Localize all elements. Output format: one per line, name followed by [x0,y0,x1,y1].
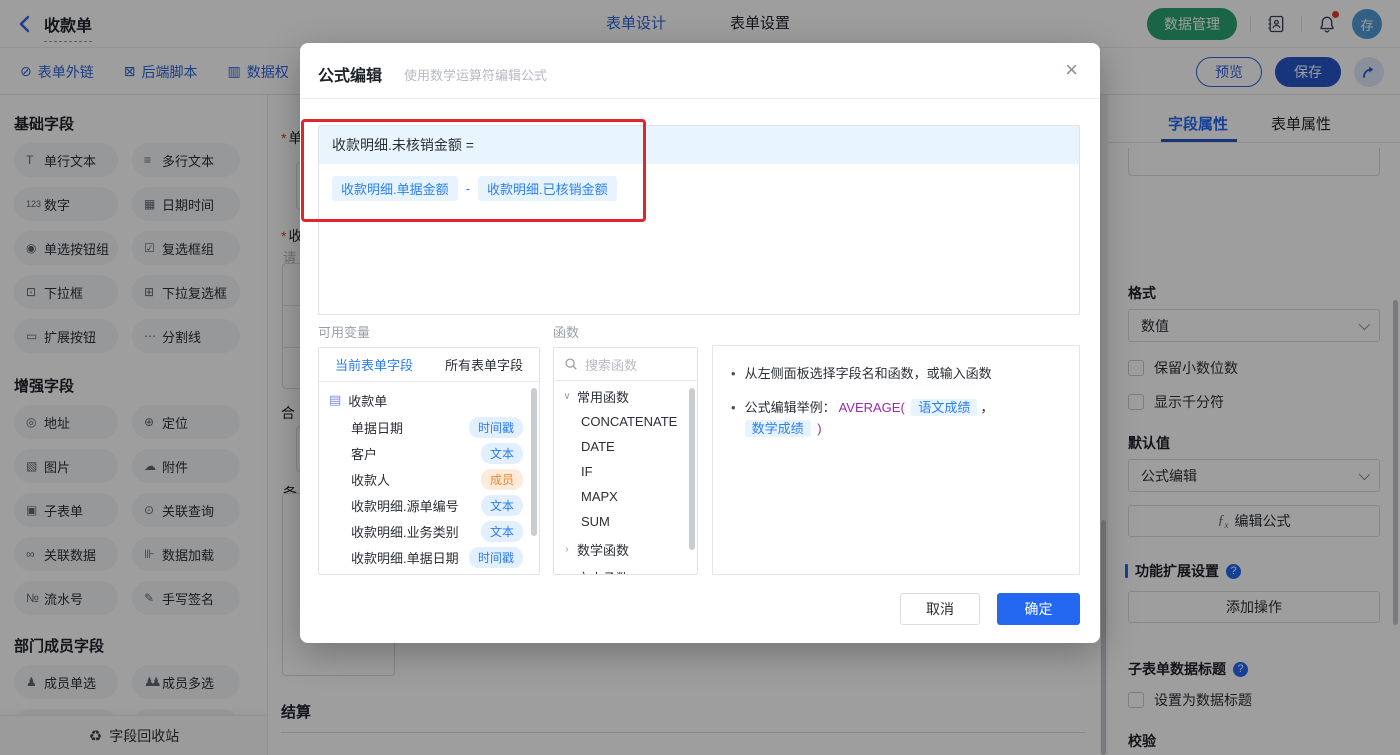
variable-row[interactable]: 客户 文本 [319,440,539,466]
variable-row[interactable]: 收款人 成员 [319,466,539,492]
type-badge: 文本 [480,520,523,542]
bullet-dot: • [731,366,736,381]
type-badge: 成员 [480,468,523,490]
function-close-example: ) [817,421,822,436]
confirm-button[interactable]: 确定 [997,593,1080,625]
variable-row[interactable]: 收款明细.业务类别 文本 [319,518,539,544]
formula-target-row: 收款明细.未核销金额 = [319,126,1079,164]
close-icon[interactable]: × [1065,57,1078,83]
function-item-if[interactable]: IF [554,459,697,484]
function-item-sum[interactable]: SUM [554,509,697,534]
example-token-2: 数学成绩 [744,420,811,437]
caret-right-icon: › [562,572,572,575]
function-name-example: AVERAGE( [838,400,905,415]
tip-line-2: • 公式编辑举例： AVERAGE( 语文成绩， 数学成绩 ) [731,397,1065,439]
app-root: 收款单 表单设计 表单设置 数据管理 存 ⊘ 表单外链 ⊠ 后端脚本 ▥ 数据权… [0,0,1400,755]
function-item-mapx[interactable]: MAPX [554,484,697,509]
modal-title: 公式编辑 [318,68,383,85]
functions-panel: 搜索函数 ∨ 常用函数 CONCATENATE DATE IF MAPX SUM… [553,347,698,575]
type-badge: 文本 [480,494,523,516]
variables-tree-root[interactable]: ▤ 收款单 [319,386,539,414]
formula-editor-modal: 公式编辑 使用数学运算符编辑公式 × 收款明细.未核销金额 = 收款明细.单据金… [300,43,1100,643]
modal-subtitle: 使用数学运算符编辑公式 [404,68,548,83]
type-badge: 文本 [480,442,523,464]
form-file-icon: ▤ [329,392,342,407]
function-group-math[interactable]: › 数学函数 [554,536,697,562]
formula-token-2[interactable]: 收款明细.已核销金额 [477,176,617,201]
function-search-input[interactable]: 搜索函数 [554,348,697,381]
function-item-concatenate[interactable]: CONCATENATE [554,409,697,434]
minus-operator: - [465,181,470,196]
formula-editor-area[interactable]: 收款明细.未核销金额 = 收款明细.单据金额 - 收款明细.已核销金额 [318,125,1080,315]
tips-panel: • 从左侧面板选择字段名和函数，或输入函数 • 公式编辑举例： AVERAGE( … [712,345,1080,575]
variable-row[interactable]: 收款明细.源单编号 文本 [319,492,539,518]
functions-scrollbar-thumb[interactable] [689,388,695,550]
search-placeholder: 搜索函数 [585,357,638,373]
function-group-text[interactable]: › 文本函数 [554,564,697,575]
variables-panel: 当前表单字段 所有表单字段 ▤ 收款单 单据日期 时间戳 客户 文本 收款人 成… [318,347,540,575]
bullet-dot: • [731,400,736,415]
function-group-common[interactable]: ∨ 常用函数 [554,383,697,409]
variables-scrollbar-thumb[interactable] [531,388,537,536]
modal-header: 公式编辑 使用数学运算符编辑公式 × [300,43,1100,99]
variable-row[interactable]: 收款明细.单据日期 时间戳 [319,544,539,570]
functions-label: 函数 [553,325,580,340]
function-item-date[interactable]: DATE [554,434,697,459]
type-badge: 时间戳 [468,416,523,438]
example-token-1: 语文成绩 [911,399,978,416]
tip-line-1: • 从左侧面板选择字段名和函数，或输入函数 [731,363,1065,384]
variable-row[interactable]: 单据日期 时间戳 [319,414,539,440]
variables-label: 可用变量 [318,325,371,340]
caret-down-icon: ∨ [563,390,571,402]
caret-right-icon: › [565,543,569,555]
cancel-button[interactable]: 取消 [900,593,980,625]
search-icon [564,357,578,371]
formula-token-1[interactable]: 收款明细.单据金额 [332,176,458,201]
tab-all-form-fields[interactable]: 所有表单字段 [429,348,539,381]
type-badge: 时间戳 [468,546,523,568]
tab-current-form-fields[interactable]: 当前表单字段 [319,348,429,381]
